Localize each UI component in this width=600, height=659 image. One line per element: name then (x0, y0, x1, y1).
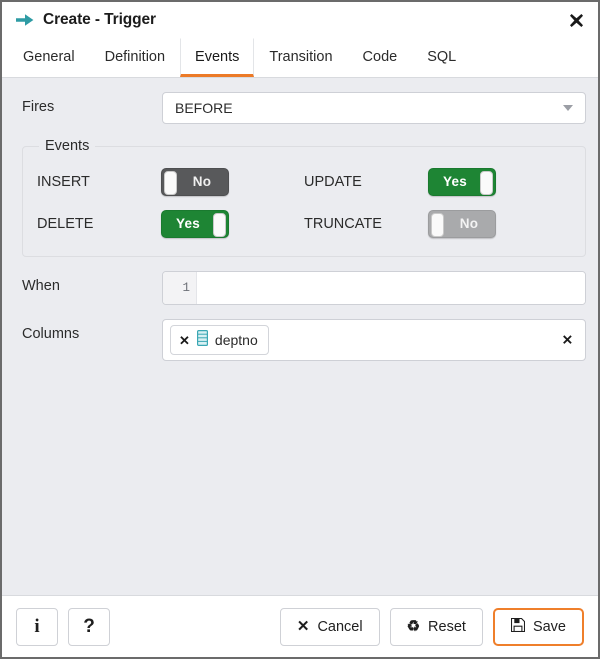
fires-control: BEFORE (162, 92, 586, 124)
event-delete-label: DELETE (37, 216, 94, 232)
help-button[interactable]: ? (68, 607, 110, 646)
events-tab-panel: Fires BEFORE Events INSERT No UPDATE Yes… (2, 78, 598, 595)
event-truncate: TRUNCATE No (304, 210, 571, 238)
tab-definition-label: Definition (104, 48, 166, 65)
save-button[interactable]: Save (492, 607, 584, 646)
insert-toggle-handle (164, 171, 177, 195)
fires-select[interactable]: BEFORE (162, 92, 586, 124)
columns-row: Columns ✕ deptno ✕ (14, 319, 586, 361)
event-insert-label: INSERT (37, 174, 90, 190)
reset-button-label: Reset (428, 618, 466, 635)
tab-transition[interactable]: Transition (254, 38, 347, 77)
recycle-icon: ♻ (406, 618, 421, 635)
update-toggle-handle (480, 171, 493, 195)
when-row: When 1 (14, 271, 586, 305)
create-trigger-dialog: Create - Trigger General Definition Even… (0, 0, 600, 659)
save-icon (510, 617, 525, 635)
arrow-right-icon (16, 12, 34, 28)
when-control: 1 (162, 271, 586, 305)
fires-label: Fires (22, 99, 55, 115)
tab-bar: General Definition Events Transition Cod… (2, 38, 598, 78)
chevron-down-icon (563, 105, 573, 111)
cancel-button[interactable]: ✕ Cancel (279, 607, 380, 646)
reset-button[interactable]: ♻ Reset (389, 607, 483, 646)
event-update-label: UPDATE (304, 174, 362, 190)
event-update: UPDATE Yes (304, 168, 571, 196)
when-input[interactable] (197, 272, 585, 304)
dialog-title: Create - Trigger (43, 11, 156, 28)
event-insert: INSERT No (37, 168, 304, 196)
column-icon (196, 329, 208, 351)
columns-label: Columns (22, 326, 80, 342)
cancel-button-label: Cancel (317, 618, 363, 635)
events-fieldset: Events INSERT No UPDATE Yes DELETE Yes T… (22, 138, 586, 257)
close-icon: ✕ (296, 618, 310, 635)
titlebar-left: Create - Trigger (16, 11, 156, 29)
columns-multiselect[interactable]: ✕ deptno ✕ (162, 319, 586, 361)
dialog-titlebar: Create - Trigger (2, 2, 598, 38)
truncate-toggle-handle (431, 213, 444, 237)
when-label: When (22, 278, 60, 294)
info-button[interactable]: i (16, 607, 58, 646)
tab-code[interactable]: Code (348, 38, 413, 77)
fires-row: Fires BEFORE (14, 92, 586, 124)
tab-sql[interactable]: SQL (412, 38, 471, 77)
info-icon: i (34, 616, 40, 637)
columns-control: ✕ deptno ✕ (162, 319, 586, 361)
event-delete: DELETE Yes (37, 210, 304, 238)
delete-toggle-handle (213, 213, 226, 237)
tab-events[interactable]: Events (180, 38, 255, 77)
event-truncate-label: TRUNCATE (304, 216, 382, 232)
tab-code-label: Code (362, 48, 398, 65)
update-toggle[interactable]: Yes (428, 168, 496, 196)
save-button-label: Save (532, 618, 566, 635)
tab-transition-label: Transition (269, 48, 333, 65)
tab-general[interactable]: General (8, 38, 90, 77)
events-fieldset-legend: Events (45, 138, 90, 154)
columns-clear-icon[interactable]: ✕ (562, 333, 573, 347)
help-icon: ? (83, 616, 95, 637)
tab-sql-label: SQL (427, 48, 457, 65)
close-icon[interactable]: ✕ (179, 334, 190, 347)
close-icon[interactable] (566, 10, 586, 30)
fires-select-value: BEFORE (175, 100, 233, 116)
insert-toggle[interactable]: No (161, 168, 229, 196)
when-code-editor[interactable]: 1 (162, 271, 586, 305)
events-grid: INSERT No UPDATE Yes DELETE Yes TRUNCATE… (37, 168, 571, 238)
delete-toggle[interactable]: Yes (161, 210, 229, 238)
tab-general-label: General (23, 48, 75, 65)
truncate-toggle: No (428, 210, 496, 238)
column-token-label: deptno (214, 332, 258, 348)
column-token-deptno: ✕ deptno (170, 325, 269, 355)
tab-events-label: Events (195, 48, 240, 65)
dialog-footer: i ? ✕ Cancel ♻ Reset Save (2, 595, 598, 657)
tab-definition[interactable]: Definition (90, 38, 180, 77)
when-line-number: 1 (163, 272, 197, 304)
